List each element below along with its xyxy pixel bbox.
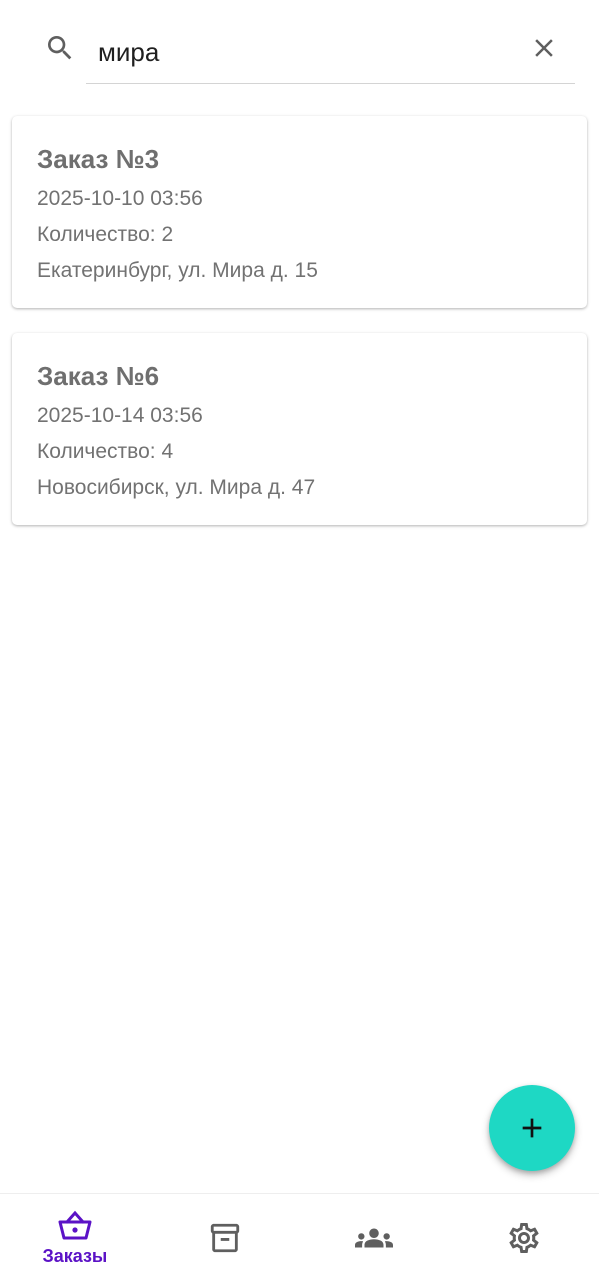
gear-icon xyxy=(509,1222,539,1253)
clear-search-button[interactable] xyxy=(522,26,566,70)
search-bar xyxy=(0,0,599,100)
archive-icon xyxy=(210,1223,239,1252)
order-datetime: 2025-10-10 03:56 xyxy=(37,187,203,210)
order-title: Заказ №3 xyxy=(37,144,160,174)
search-icon xyxy=(44,32,76,64)
nav-label-orders: Заказы xyxy=(42,1245,108,1266)
close-icon xyxy=(535,39,553,57)
nav-item-orders[interactable]: Заказы xyxy=(0,1194,150,1280)
bottom-navigation: Заказы xyxy=(0,1193,599,1280)
app-screen: Заказ №3 2025-10-10 03:56 Количество: 2 … xyxy=(0,0,599,1280)
nav-item-settings[interactable] xyxy=(449,1194,599,1280)
order-title: Заказ №6 xyxy=(37,361,160,391)
order-datetime: 2025-10-14 03:56 xyxy=(37,404,203,427)
plus-icon xyxy=(522,1118,542,1138)
nav-item-archive[interactable] xyxy=(150,1194,300,1280)
search-input[interactable] xyxy=(86,22,575,84)
order-list: Заказ №3 2025-10-10 03:56 Количество: 2 … xyxy=(12,116,587,550)
order-quantity: Количество: 4 xyxy=(37,440,174,463)
order-address: Новосибирск, ул. Мира д. 47 xyxy=(37,476,316,499)
add-order-button[interactable] xyxy=(489,1085,575,1171)
order-card[interactable]: Заказ №6 2025-10-14 03:56 Количество: 4 … xyxy=(12,333,587,525)
order-address: Екатеринбург, ул. Мира д. 15 xyxy=(37,259,318,282)
order-quantity: Количество: 2 xyxy=(37,223,174,246)
group-icon xyxy=(355,1228,394,1247)
nav-item-clients[interactable] xyxy=(300,1194,450,1280)
order-card[interactable]: Заказ №3 2025-10-10 03:56 Количество: 2 … xyxy=(12,116,587,308)
basket-icon xyxy=(58,1210,92,1239)
